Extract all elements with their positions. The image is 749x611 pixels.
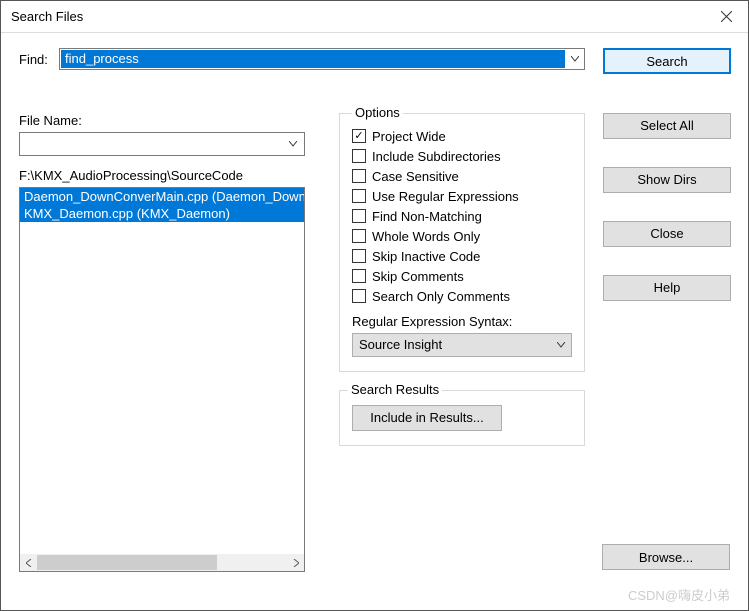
chevron-down-icon[interactable]	[284, 134, 302, 154]
options-legend: Options	[352, 105, 403, 120]
file-name-input[interactable]	[19, 132, 305, 156]
option-label: Use Regular Expressions	[372, 189, 519, 204]
options-group: Options Project WideInclude Subdirectori…	[339, 113, 585, 372]
chevron-down-icon	[557, 342, 565, 348]
search-button[interactable]: Search	[603, 48, 731, 74]
checkbox-icon[interactable]	[352, 269, 366, 283]
horizontal-scrollbar[interactable]	[20, 554, 304, 571]
find-label: Find:	[19, 52, 51, 67]
syntax-dropdown[interactable]: Source Insight	[352, 333, 572, 357]
option-skip-inactive-code[interactable]: Skip Inactive Code	[352, 249, 572, 264]
checkbox-icon[interactable]	[352, 169, 366, 183]
option-label: Case Sensitive	[372, 169, 459, 184]
option-case-sensitive[interactable]: Case Sensitive	[352, 169, 572, 184]
browse-button[interactable]: Browse...	[602, 544, 730, 570]
checkbox-icon[interactable]	[352, 249, 366, 263]
checkbox-icon[interactable]	[352, 189, 366, 203]
scroll-thumb[interactable]	[37, 555, 217, 570]
option-label: Include Subdirectories	[372, 149, 501, 164]
option-label: Whole Words Only	[372, 229, 480, 244]
list-item[interactable]: KMX_Daemon.cpp (KMX_Daemon)	[20, 205, 304, 222]
option-skip-comments[interactable]: Skip Comments	[352, 269, 572, 284]
window-title: Search Files	[11, 9, 83, 24]
select-all-button[interactable]: Select All	[603, 113, 731, 139]
path-label: F:\KMX_AudioProcessing\SourceCode	[19, 168, 321, 183]
list-item[interactable]: Daemon_DownConverMain.cpp (Daemon_DownCo…	[20, 188, 304, 205]
file-name-label: File Name:	[19, 113, 321, 128]
scroll-right-icon[interactable]	[287, 554, 304, 571]
checkbox-icon[interactable]	[352, 229, 366, 243]
option-use-regular-expressions[interactable]: Use Regular Expressions	[352, 189, 572, 204]
option-find-non-matching[interactable]: Find Non-Matching	[352, 209, 572, 224]
option-label: Project Wide	[372, 129, 446, 144]
scroll-track[interactable]	[37, 554, 287, 571]
option-label: Skip Inactive Code	[372, 249, 480, 264]
search-files-dialog: Search Files Find: find_process Search	[0, 0, 749, 611]
option-include-subdirectories[interactable]: Include Subdirectories	[352, 149, 572, 164]
syntax-label: Regular Expression Syntax:	[352, 314, 572, 329]
option-label: Skip Comments	[372, 269, 464, 284]
checkbox-icon[interactable]	[352, 209, 366, 223]
results-legend: Search Results	[348, 382, 442, 397]
file-list[interactable]: Daemon_DownConverMain.cpp (Daemon_DownCo…	[19, 187, 305, 572]
option-label: Find Non-Matching	[372, 209, 482, 224]
find-value: find_process	[61, 50, 565, 68]
checkbox-icon[interactable]	[352, 149, 366, 163]
checkbox-icon[interactable]	[352, 129, 366, 143]
chevron-down-icon[interactable]	[566, 49, 584, 69]
close-button[interactable]: Close	[603, 221, 731, 247]
checkbox-icon[interactable]	[352, 289, 366, 303]
show-dirs-button[interactable]: Show Dirs	[603, 167, 731, 193]
close-icon[interactable]	[704, 1, 748, 33]
help-button[interactable]: Help	[603, 275, 731, 301]
find-input[interactable]: find_process	[59, 48, 585, 70]
option-project-wide[interactable]: Project Wide	[352, 129, 572, 144]
search-results-group: Search Results Include in Results...	[339, 390, 585, 446]
option-search-only-comments[interactable]: Search Only Comments	[352, 289, 572, 304]
option-whole-words-only[interactable]: Whole Words Only	[352, 229, 572, 244]
include-in-results-button[interactable]: Include in Results...	[352, 405, 502, 431]
scroll-left-icon[interactable]	[20, 554, 37, 571]
titlebar: Search Files	[1, 1, 748, 33]
option-label: Search Only Comments	[372, 289, 510, 304]
